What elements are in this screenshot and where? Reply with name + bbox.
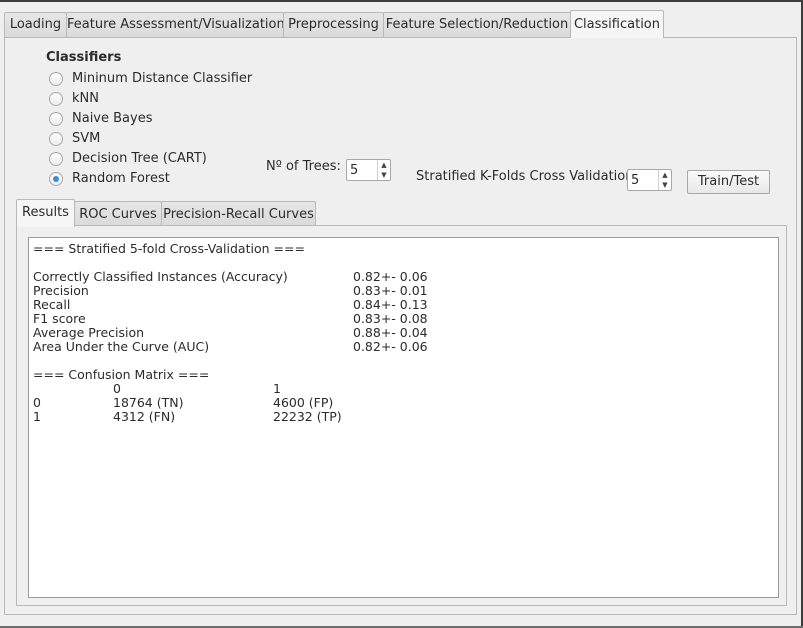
metric-value: 0.82+- 0.06 [353, 269, 428, 284]
spin-arrows[interactable]: ▲ ▼ [658, 170, 671, 190]
kfolds-value[interactable]: 5 [631, 173, 639, 188]
train-test-button[interactable]: Train/Test [687, 170, 770, 194]
metric-value: 0.83+- 0.01 [353, 283, 428, 298]
radio-label: SVM [72, 131, 101, 146]
metric-name: Correctly Classified Instances (Accuracy… [33, 269, 288, 284]
tab-roc-curves[interactable]: ROC Curves [74, 201, 162, 226]
confusion-row-label: 0 [33, 395, 41, 410]
metric-name: Precision [33, 283, 89, 298]
radio-button[interactable] [49, 132, 63, 146]
confusion-col-header: 0 [113, 381, 121, 396]
metric-value: 0.83+- 0.08 [353, 311, 428, 326]
radio-button-checked[interactable] [49, 172, 63, 186]
tab-feature-selection[interactable]: Feature Selection/Reduction [383, 12, 571, 38]
spin-arrows[interactable]: ▲ ▼ [377, 160, 390, 180]
tab-feature-assessment[interactable]: Feature Assessment/Visualization [66, 12, 285, 38]
tab-precision-recall[interactable]: Precision-Recall Curves [161, 201, 316, 226]
radio-button[interactable] [49, 92, 63, 106]
classifiers-group-title: Classifiers [46, 50, 122, 65]
window-top-border [0, 0, 803, 2]
trees-value[interactable]: 5 [350, 163, 358, 178]
trees-spinbox[interactable]: 5 ▲ ▼ [346, 159, 391, 181]
metric-name: Average Precision [33, 325, 145, 340]
spin-up-icon[interactable]: ▲ [659, 170, 671, 180]
results-text-area[interactable]: === Stratified 5-fold Cross-Validation =… [28, 237, 779, 598]
confusion-cell: 22232 (TP) [273, 409, 342, 424]
metric-value: 0.84+- 0.13 [353, 297, 428, 312]
spin-down-icon[interactable]: ▼ [378, 170, 390, 180]
kfolds-spinbox[interactable]: 5 ▲ ▼ [627, 169, 672, 191]
radio-button[interactable] [49, 152, 63, 166]
metric-value: 0.88+- 0.04 [353, 325, 428, 340]
tab-preprocessing[interactable]: Preprocessing [283, 12, 384, 38]
radio-label: Mininum Distance Classifier [72, 71, 253, 86]
tab-classification[interactable]: Classification [570, 10, 664, 38]
confusion-col-header: 1 [273, 381, 281, 396]
spin-down-icon[interactable]: ▼ [659, 180, 671, 190]
tab-loading[interactable]: Loading [4, 12, 67, 38]
radio-label: Decision Tree (CART) [72, 151, 207, 166]
radio-button[interactable] [49, 72, 63, 86]
confusion-cell: 18764 (TN) [113, 395, 184, 410]
metric-name: Area Under the Curve (AUC) [33, 339, 210, 354]
confusion-cell: 4600 (FP) [273, 395, 334, 410]
metric-name: Recall [33, 297, 71, 312]
radio-label: Random Forest [72, 171, 170, 186]
confusion-row-label: 1 [33, 409, 41, 424]
tab-results[interactable]: Results [16, 199, 75, 227]
trees-label: Nº of Trees: [266, 159, 341, 174]
radio-label: kNN [72, 91, 99, 106]
metric-value: 0.82+- 0.06 [353, 339, 428, 354]
radio-label: Naive Bayes [72, 111, 153, 126]
results-header: === Stratified 5-fold Cross-Validation =… [33, 241, 305, 256]
metric-name: F1 score [33, 311, 86, 326]
radio-button[interactable] [49, 112, 63, 126]
spin-up-icon[interactable]: ▲ [378, 160, 390, 170]
confusion-cell: 4312 (FN) [113, 409, 176, 424]
kfolds-label: Stratified K-Folds Cross Validation: [416, 169, 638, 184]
confusion-header: === Confusion Matrix === [33, 367, 210, 382]
